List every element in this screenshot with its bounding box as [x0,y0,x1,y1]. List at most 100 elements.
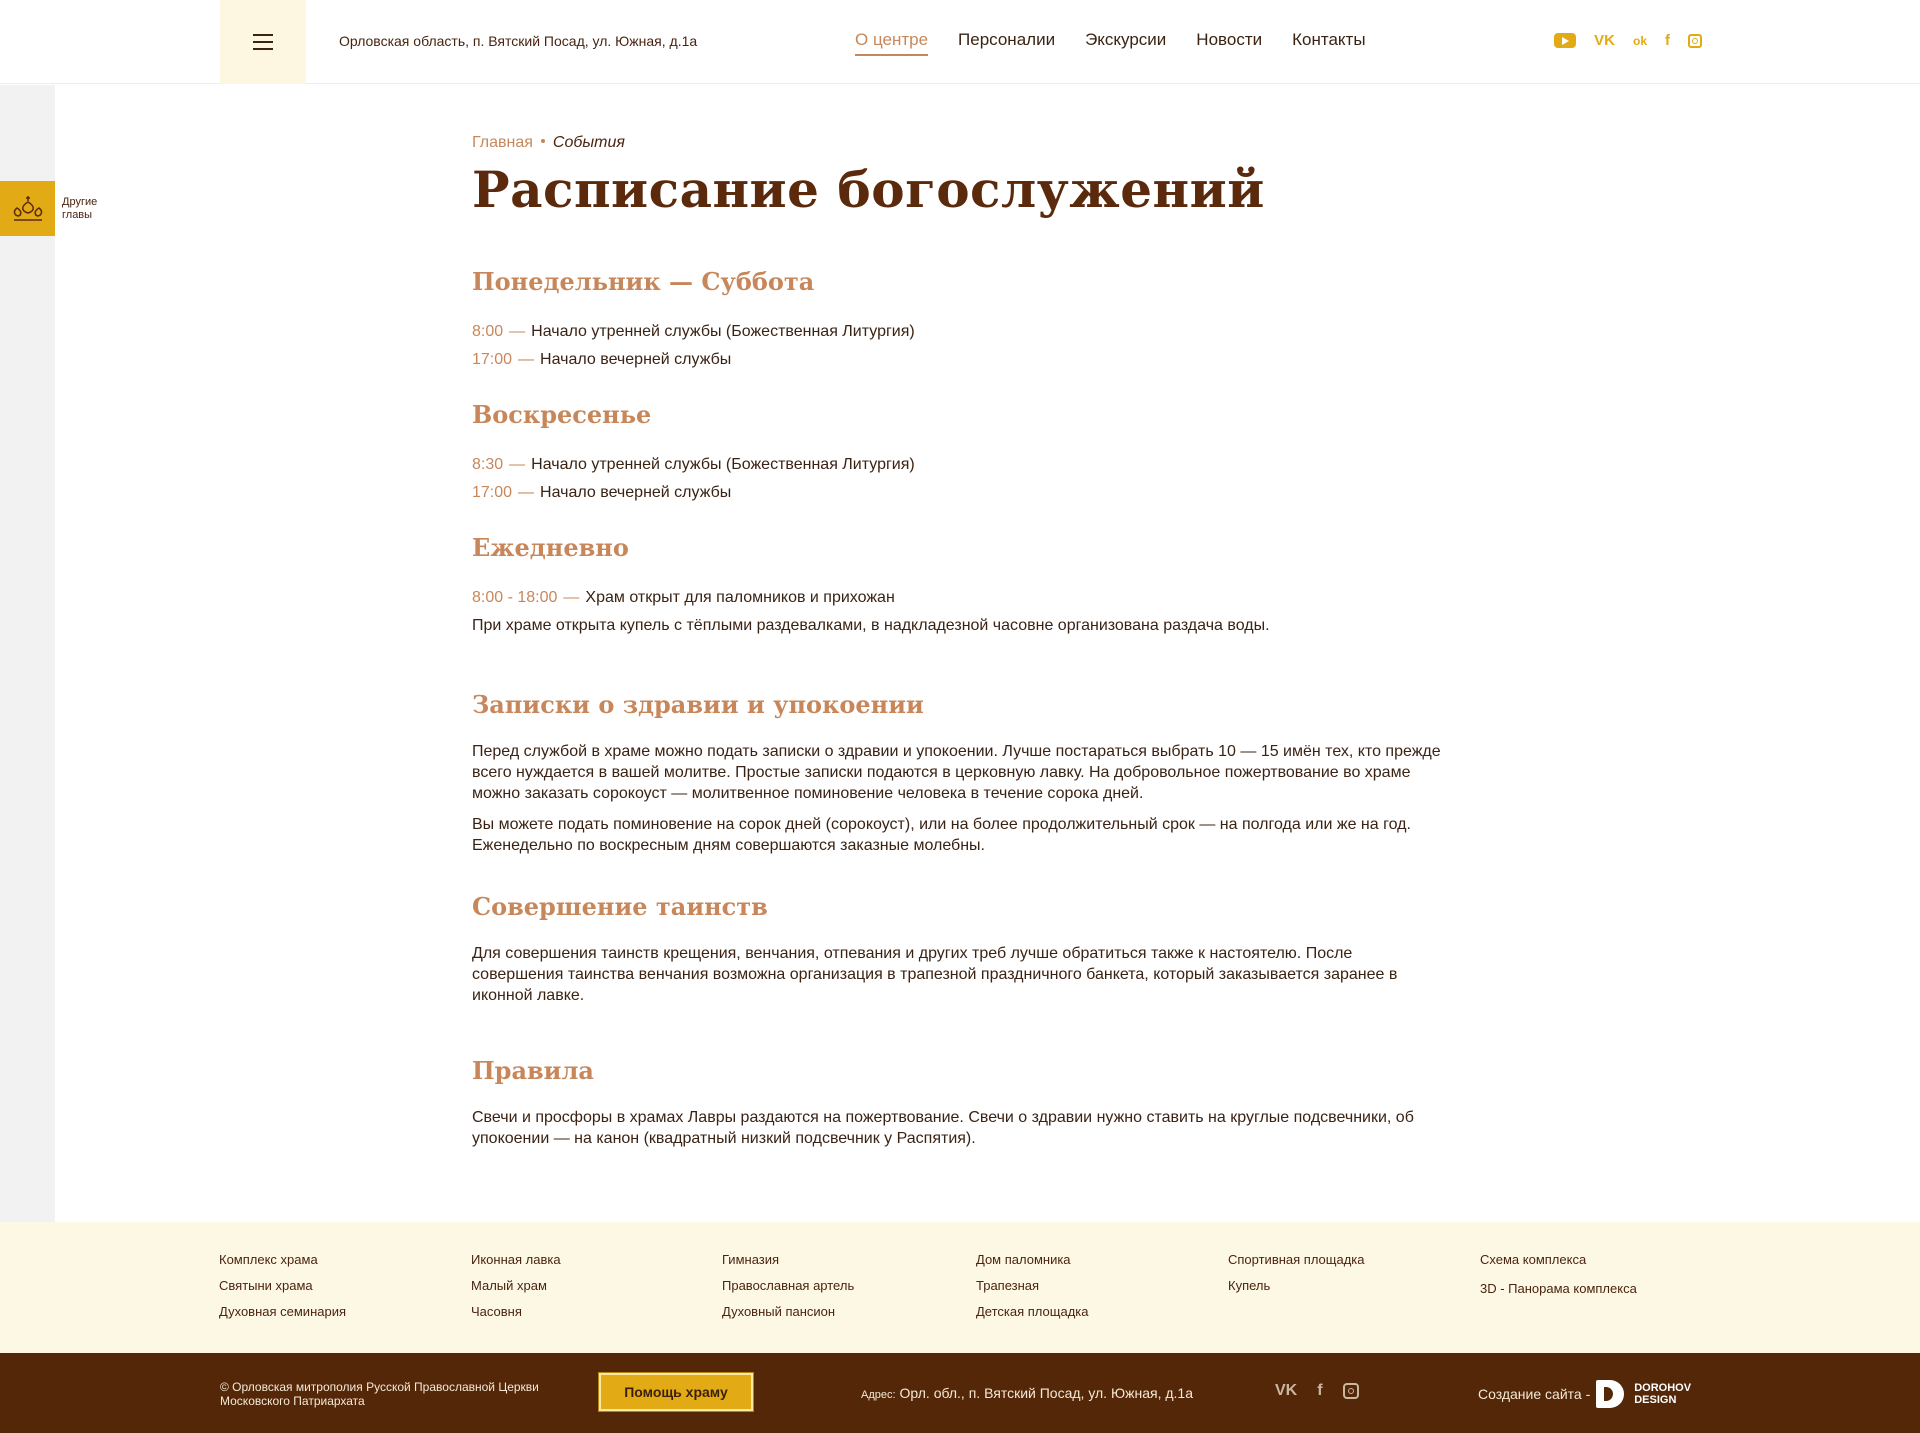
nav-item-about[interactable]: О центре [855,30,929,56]
footer-address: Адрес: Орл. обл., п. Вятский Посад, ул. Ю… [861,1385,1193,1401]
footer-link[interactable]: Комплекс храма [219,1252,346,1267]
menu-bar [253,41,273,43]
menu-bar [253,34,273,36]
maker-brand-line: DOROHOV [1634,1382,1692,1394]
paragraph: Перед службой в храме можно подать запис… [472,743,1441,802]
section-heading: Правила [472,1056,594,1085]
schedule-text: Начало вечерней службы [540,484,732,501]
schedule-text: Начало утренней службы (Божественная Лит… [531,323,915,340]
footer-column: Гимназия Православная артель Духовный па… [722,1252,854,1330]
footer-link[interactable]: Духовная семинария [219,1304,346,1319]
nav-item-contacts[interactable]: Контакты [1292,30,1365,56]
section-heading: Понедельник — Суббота [472,267,815,296]
footer-column: Дом паломника Трапезная Детская площадка [976,1252,1088,1330]
youtube-icon[interactable] [1554,33,1577,48]
copyright: © Орловская митрополия Русской Православ… [220,1380,539,1408]
facebook-icon[interactable]: f [1665,32,1670,49]
help-church-button[interactable]: Помощь храму [599,1373,753,1411]
schedule-row: 17:00 — Начало вечерней службы [472,479,1442,507]
schedule-time: 8:00 [472,323,504,340]
main-nav: О центре Персоналии Экскурсии Новости Ко… [855,30,1396,56]
schedule-note: При храме открыта купель с тёплыми разде… [472,617,1270,634]
footer-column: Иконная лавка Малый храм Часовня [471,1252,561,1330]
nav-item-news[interactable]: Новости [1196,30,1262,56]
paragraph: Для совершения таинств крещения, венчани… [472,945,1398,1004]
maker-label: Создание сайта - [1478,1386,1591,1402]
section-heading: Воскресенье [472,400,652,429]
footer-socials: VK f [1275,1382,1359,1400]
breadcrumb-separator [540,139,545,144]
section-heading: Записки о здравии и упокоении [472,690,924,719]
schedule-sunday: Воскресенье 8:30 — Начало утренней службы … [472,400,1442,507]
dash: — [518,351,535,368]
ok-icon[interactable]: ok [1633,34,1647,48]
vk-icon[interactable]: VK [1594,32,1615,49]
section-heading: Совершение таинств [472,892,768,921]
schedule-time: 17:00 [472,484,513,501]
footer-link[interactable]: Дом паломника [976,1252,1088,1267]
footer-link[interactable]: Трапезная [976,1278,1088,1293]
maker-brand-line: DESIGN [1634,1394,1677,1406]
instagram-icon[interactable] [1688,33,1702,48]
dorohov-logo-icon [1596,1380,1625,1408]
instagram-icon[interactable] [1342,1383,1359,1399]
footer-link[interactable]: Духовный пансион [722,1304,854,1319]
schedule-text: Начало вечерней службы [540,351,732,368]
section-sacraments: Совершение таинств Для совершения таинст… [472,892,1442,1006]
breadcrumb-home[interactable]: Главная [472,134,533,151]
nav-item-persons[interactable]: Персоналии [958,30,1055,56]
dash: — [563,589,580,606]
church-dome-icon [0,181,55,236]
schedule-weekdays: Понедельник — Суббота 8:00 — Начало утренн… [472,267,1442,374]
footer-link[interactable]: 3D - Панорама комплекса [1480,1281,1637,1296]
breadcrumb: Главная События [472,134,1442,152]
footer-link[interactable]: Иконная лавка [471,1252,561,1267]
dash: — [509,456,526,473]
footer-link[interactable]: Православная артель [722,1278,854,1293]
footer-column: Комплекс храма Святыни храма Духовная се… [219,1252,346,1330]
schedule-row: 8:00 - 18:00 — Храм открыт для паломников … [472,584,1442,612]
header-address: Орловская область, п. Вятский Посад, ул.… [339,33,698,49]
site-header: Орловская область, п. Вятский Посад, ул.… [0,0,1920,84]
section-notes: Записки о здравии и упокоении Перед служ… [472,690,1442,856]
dash: — [518,484,535,501]
schedule-daily: Ежедневно 8:00 - 18:00 — Храм открыт для п… [472,533,1442,640]
footer-link[interactable]: Малый храм [471,1278,561,1293]
footer-link[interactable]: Купель [1228,1278,1365,1293]
dash: — [509,323,526,340]
hamburger-menu-button[interactable] [220,0,306,84]
footer-link[interactable]: Схема комплекса [1480,1252,1637,1267]
facebook-icon[interactable]: f [1317,1382,1322,1400]
breadcrumb-current: События [552,134,625,151]
left-sidebar [0,85,55,1222]
footer-links: Комплекс храма Святыни храма Духовная се… [0,1222,1920,1353]
footer-link[interactable]: Святыни храма [219,1278,346,1293]
paragraph: Вы можете подать поминовение на сорок дн… [472,816,1411,854]
maker-brand: DOROHOV DESIGN [1634,1382,1691,1406]
schedule-text: Начало утренней службы (Божественная Лит… [531,456,915,473]
footer-link[interactable]: Гимназия [722,1252,854,1267]
schedule-row: 17:00 — Начало вечерней службы [472,346,1442,374]
header-socials: VK ok f [1554,32,1702,49]
page-title: Расписание богослужений [472,160,1265,219]
section-heading: Ежедневно [472,533,629,562]
schedule-row: 8:00 — Начало утренней службы (Божественна… [472,318,1442,346]
footer-link[interactable]: Часовня [471,1304,561,1319]
site-maker-link[interactable]: Создание сайта - DOROHOV DESIGN [1478,1380,1691,1408]
schedule-time: 8:00 - 18:00 [472,589,558,606]
schedule-text: Храм открыт для паломников и прихожан [585,589,895,606]
footer-link[interactable]: Спортивная площадка [1228,1252,1365,1267]
footer-bottom: © Орловская митрополия Русской Православ… [0,1353,1920,1433]
schedule-time: 17:00 [472,351,513,368]
main-content: Главная События Расписание богослужений П… [472,134,1442,1159]
schedule-time: 8:30 [472,456,504,473]
footer-link[interactable]: Детская площадка [976,1304,1088,1319]
section-rules: Правила Свечи и просфоры в храмах Лавры … [472,1056,1442,1149]
nav-item-excursions[interactable]: Экскурсии [1085,30,1166,56]
footer-column: Схема комплекса 3D - Панорама комплекса [1480,1252,1637,1307]
schedule-row: 8:30 — Начало утренней службы (Божественна… [472,451,1442,479]
footer-address-value: Орл. обл., п. Вятский Посад, ул. Южная, … [899,1385,1193,1401]
vk-icon[interactable]: VK [1275,1382,1297,1400]
footer-column: Спортивная площадка Купель [1228,1252,1365,1304]
other-chapters-button[interactable]: Другие главы [0,181,112,236]
